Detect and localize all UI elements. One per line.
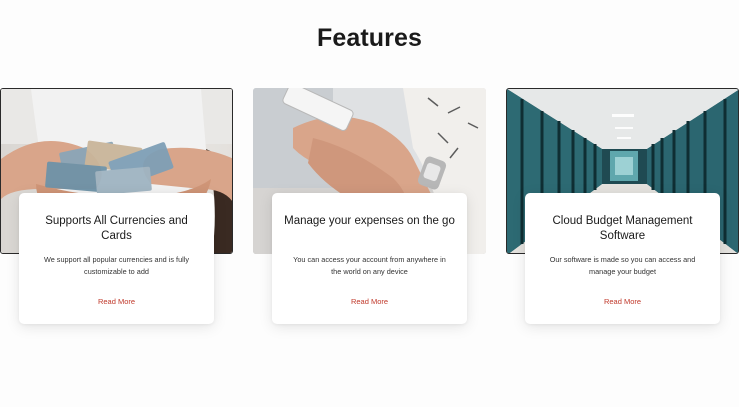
feature-card-body: Supports All Currencies and Cards We sup…: [19, 193, 214, 324]
feature-description: We support all popular currencies and is…: [43, 255, 190, 276]
feature-title: Manage your expenses on the go: [284, 215, 455, 227]
read-more-link[interactable]: Read More: [525, 297, 720, 306]
section-title: Features: [316, 23, 422, 52]
feature-card-body: Manage your expenses on the go You can a…: [272, 193, 467, 324]
feature-description: Our software is made so you can access a…: [549, 255, 696, 276]
feature-card-expenses: Manage your expenses on the go You can a…: [253, 88, 486, 328]
read-more-link[interactable]: Read More: [272, 297, 467, 306]
feature-title: Cloud Budget Management Software: [552, 215, 693, 242]
read-more-link[interactable]: Read More: [19, 297, 214, 306]
feature-title: Supports All Currencies and Cards: [45, 215, 188, 242]
feature-card-cloud: Cloud Budget Management Software Our sof…: [506, 88, 739, 328]
feature-card-body: Cloud Budget Management Software Our sof…: [525, 193, 720, 324]
feature-card-currencies: Supports All Currencies and Cards We sup…: [0, 88, 233, 328]
feature-description: You can access your account from anywher…: [293, 255, 446, 276]
